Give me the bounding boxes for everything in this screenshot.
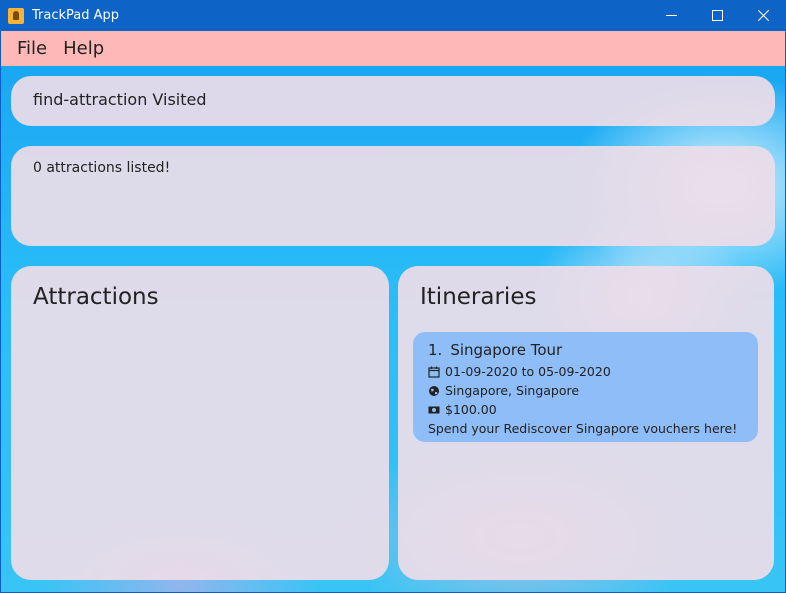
minimize-button[interactable] (648, 0, 694, 31)
menu-help[interactable]: Help (55, 38, 112, 59)
close-button[interactable] (740, 0, 786, 31)
result-message: 0 attractions listed! (33, 160, 171, 176)
app-icon (8, 7, 24, 24)
menu-bar: File Help (1, 31, 785, 66)
itinerary-price: $100.00 (445, 402, 497, 417)
itinerary-location-row: Singapore, Singapore (428, 383, 579, 398)
itinerary-card[interactable]: 1. Singapore Tour 01-09-2020 to 05-09-202… (413, 332, 758, 442)
minimize-icon (665, 15, 677, 16)
result-display: 0 attractions listed! (11, 146, 775, 246)
maximize-button[interactable] (694, 0, 740, 31)
itinerary-description: Spend your Rediscover Singapore vouchers… (428, 421, 738, 436)
window-title: TrackPad App (32, 8, 120, 23)
close-icon (757, 10, 769, 21)
command-box[interactable]: find-attraction Visited (11, 76, 775, 126)
itinerary-price-row: $100.00 (428, 402, 497, 417)
itinerary-dates: 01-09-2020 to 05-09-2020 (445, 364, 611, 379)
itinerary-location: Singapore, Singapore (445, 383, 580, 398)
attractions-panel: Attractions (11, 266, 389, 580)
itineraries-panel: Itineraries 1. Singapore Tour 01-09-2020 … (398, 266, 774, 580)
title-bar: TrackPad App (0, 0, 786, 31)
itinerary-index: 1. (428, 341, 443, 359)
command-input[interactable]: find-attraction Visited (33, 90, 207, 109)
calendar-icon (428, 366, 440, 378)
itineraries-title: Itineraries (420, 284, 537, 310)
itinerary-title: 1. Singapore Tour (428, 341, 562, 359)
itinerary-name: Singapore Tour (450, 341, 563, 359)
itinerary-dates-row: 01-09-2020 to 05-09-2020 (428, 364, 611, 379)
attractions-title: Attractions (33, 284, 159, 310)
menu-file[interactable]: File (9, 38, 55, 59)
window-controls (648, 0, 786, 31)
globe-icon (429, 385, 439, 396)
money-icon (428, 406, 440, 413)
maximize-icon (711, 10, 723, 21)
